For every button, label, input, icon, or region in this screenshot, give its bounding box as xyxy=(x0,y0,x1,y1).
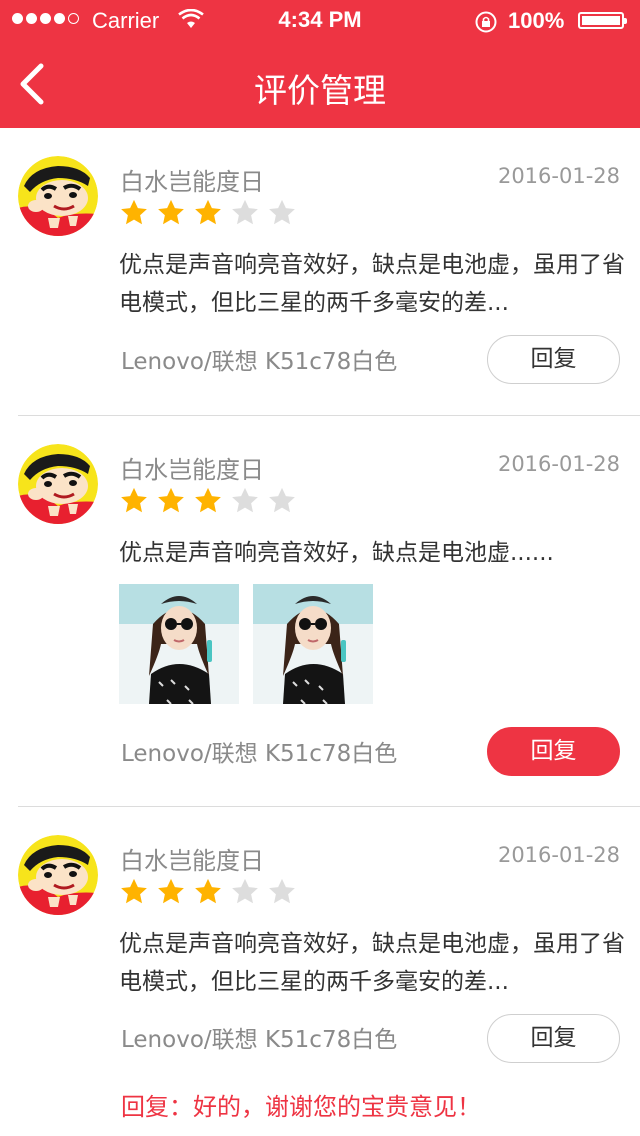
device-info: Lenovo/联想 K51c78白色 xyxy=(121,1027,398,1053)
battery-percentage: 100% xyxy=(508,8,565,33)
review-content: 优点是声音响亮音效好，缺点是电池虚，虽用了省电模式，但比三星的两千多毫安的差..… xyxy=(119,931,625,995)
page-title: 评价管理 xyxy=(254,71,386,110)
status-bar: Carrier 4:34 PM 100% xyxy=(0,0,640,40)
star-filled-icon xyxy=(121,199,147,225)
avatar[interactable] xyxy=(18,835,98,915)
rotation-lock-icon xyxy=(474,10,498,39)
device-info: Lenovo/联想 K51c78白色 xyxy=(121,349,398,375)
star-filled-icon xyxy=(121,487,147,513)
review-date: 2016-01-28 xyxy=(497,843,620,867)
review-photo[interactable] xyxy=(119,584,239,704)
review-item: 白水岂能度日 2016-01-28 优点是声音响亮音效好，缺点是电池虚，虽用了省… xyxy=(0,807,640,1136)
merchant-reply: 回复：好的，谢谢您的宝贵意见！ xyxy=(121,1093,481,1121)
star-empty-icon xyxy=(232,878,258,904)
star-empty-icon xyxy=(269,878,295,904)
battery-icon xyxy=(578,12,627,29)
reply-button[interactable]: 回复 xyxy=(487,1014,620,1063)
navigation-bar: 评价管理 xyxy=(0,40,640,128)
star-filled-icon xyxy=(158,487,184,513)
reply-button[interactable]: 回复 xyxy=(487,727,620,776)
star-rating xyxy=(119,198,297,228)
device-info: Lenovo/联想 K51c78白色 xyxy=(121,741,398,767)
star-empty-icon xyxy=(232,487,258,513)
review-item: 白水岂能度日 2016-01-28 优点是声音响亮音效好，缺点是电池虚.....… xyxy=(0,416,640,807)
star-filled-icon xyxy=(158,878,184,904)
star-filled-icon xyxy=(158,199,184,225)
review-photo[interactable] xyxy=(253,584,373,704)
avatar[interactable] xyxy=(18,444,98,524)
star-rating xyxy=(119,486,297,516)
star-filled-icon xyxy=(195,878,221,904)
star-empty-icon xyxy=(269,487,295,513)
review-item: 白水岂能度日 2016-01-28 优点是声音响亮音效好，缺点是电池虚，虽用了省… xyxy=(0,128,640,416)
reviewer-name: 白水岂能度日 xyxy=(120,168,264,196)
reviewer-name: 白水岂能度日 xyxy=(120,847,264,875)
star-rating xyxy=(119,877,297,907)
avatar[interactable] xyxy=(18,156,98,236)
review-content: 优点是声音响亮音效好，缺点是电池虚...... xyxy=(119,540,554,566)
star-filled-icon xyxy=(195,199,221,225)
star-filled-icon xyxy=(121,878,147,904)
star-empty-icon xyxy=(232,199,258,225)
star-empty-icon xyxy=(269,199,295,225)
reply-button[interactable]: 回复 xyxy=(487,335,620,384)
reviewer-name: 白水岂能度日 xyxy=(120,456,264,484)
review-photos xyxy=(119,584,373,704)
star-filled-icon xyxy=(195,487,221,513)
review-content: 优点是声音响亮音效好，缺点是电池虚，虽用了省电模式，但比三星的两千多毫安的差..… xyxy=(119,252,625,316)
review-date: 2016-01-28 xyxy=(497,164,620,188)
review-date: 2016-01-28 xyxy=(497,452,620,476)
